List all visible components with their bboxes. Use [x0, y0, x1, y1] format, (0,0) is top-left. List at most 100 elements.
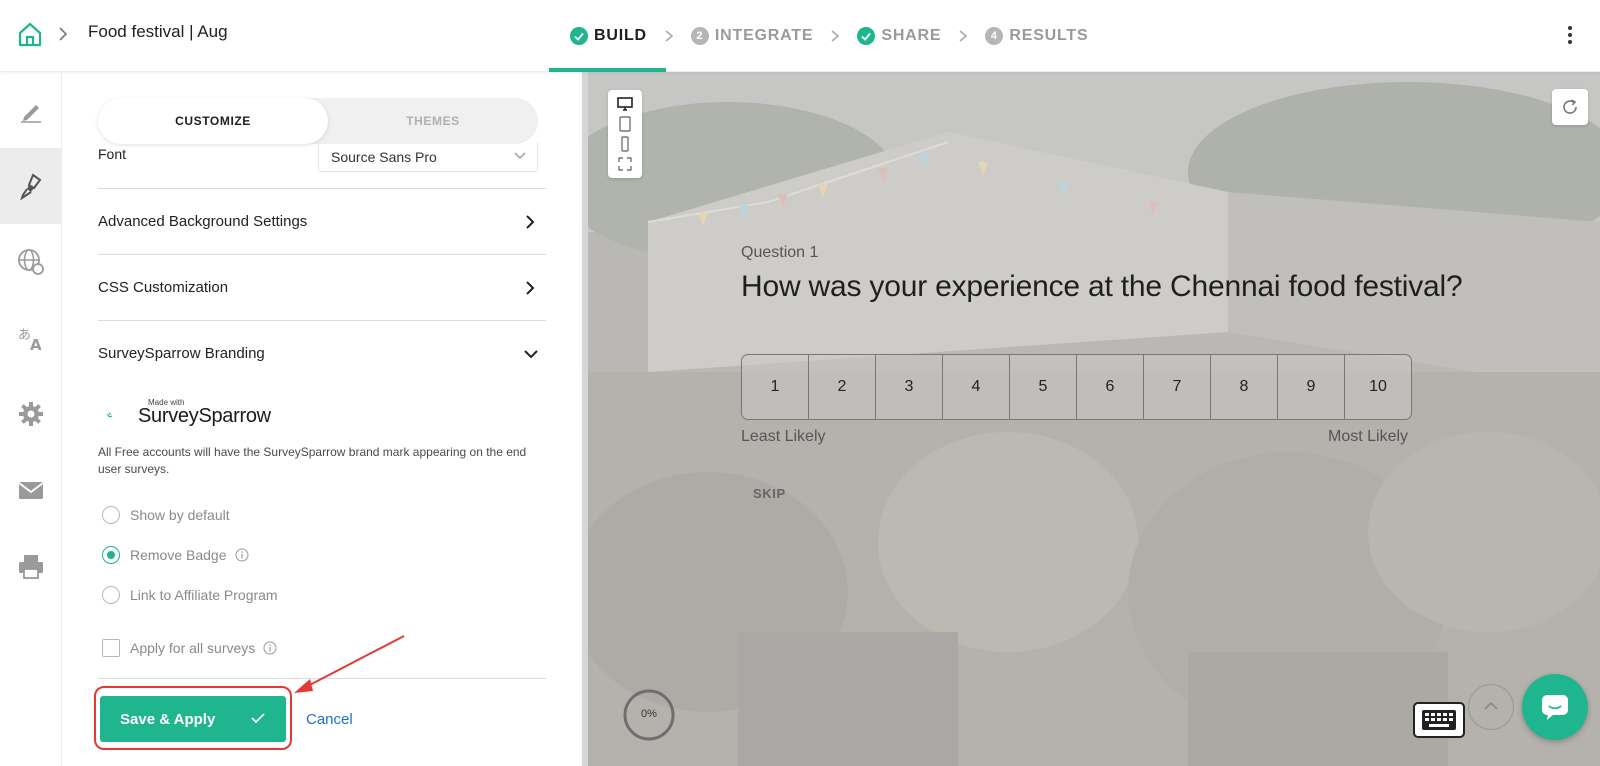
- chevron-right-icon: [526, 215, 535, 229]
- tab-customize[interactable]: CUSTOMIZE: [98, 98, 328, 144]
- scale-high-label: Most Likely: [1328, 428, 1409, 445]
- opinion-scale: 1 2 3 4 5 6 7 8 9 10: [741, 354, 1412, 420]
- scale-option[interactable]: 2: [809, 355, 876, 419]
- info-icon[interactable]: [235, 548, 249, 562]
- rail-item-language-region[interactable]: [0, 224, 61, 300]
- rail-item-design[interactable]: [0, 148, 61, 224]
- home-icon[interactable]: [16, 20, 44, 48]
- tab-themes[interactable]: THEMES: [318, 98, 548, 144]
- radio-label: Show by default: [130, 507, 230, 523]
- font-select[interactable]: Source Sans Pro: [318, 142, 538, 172]
- breadcrumb-chevron-icon: [59, 27, 68, 41]
- chat-support-button[interactable]: [1522, 674, 1588, 740]
- chat-icon: [1542, 695, 1568, 720]
- scale-option[interactable]: 4: [943, 355, 1010, 419]
- keyboard-icon: [1422, 710, 1456, 730]
- question-text: How was your experience at the Chennai f…: [741, 270, 1463, 303]
- step-number-badge: 2: [690, 27, 709, 45]
- customize-panel: THEMES CUSTOMIZE Font Source Sans Pro Ad…: [62, 72, 582, 766]
- refresh-preview-button[interactable]: [1552, 89, 1588, 125]
- step-chevron-icon: [959, 30, 968, 42]
- progress-percent: 0%: [641, 708, 657, 720]
- radio-affiliate-program[interactable]: Link to Affiliate Program: [102, 584, 278, 606]
- printer-icon: [18, 555, 43, 579]
- radio-circle[interactable]: [102, 506, 120, 524]
- row-label: SurveySparrow Branding: [98, 345, 265, 362]
- chevron-down-icon: [514, 152, 526, 160]
- rail-item-translate[interactable]: あ A: [0, 300, 61, 376]
- skip-button[interactable]: SKIP: [753, 486, 786, 501]
- step-share[interactable]: SHARE: [855, 0, 943, 72]
- tablet-icon[interactable]: [617, 116, 633, 132]
- cancel-link[interactable]: Cancel: [306, 711, 353, 728]
- radio-label: Link to Affiliate Program: [130, 587, 278, 603]
- scale-option[interactable]: 8: [1211, 355, 1278, 419]
- fullscreen-icon[interactable]: [617, 156, 633, 172]
- scale-option[interactable]: 3: [876, 355, 943, 419]
- annotation-arrow-icon: [294, 635, 405, 693]
- previous-question-button[interactable]: [1468, 684, 1514, 730]
- check-badge-icon: [857, 27, 876, 45]
- chevron-right-icon: [526, 281, 535, 295]
- step-chevron-icon: [831, 30, 840, 42]
- panel-tab-switch: THEMES CUSTOMIZE: [98, 98, 538, 144]
- surveysparrow-branding-row[interactable]: SurveySparrow Branding: [98, 320, 546, 386]
- mobile-icon[interactable]: [617, 136, 633, 152]
- refresh-icon: [1563, 99, 1577, 114]
- font-label: Font: [98, 146, 127, 162]
- left-rail: あ A: [0, 72, 62, 766]
- check-icon: [251, 713, 265, 724]
- radio-remove-badge[interactable]: Remove Badge: [102, 544, 249, 566]
- step-label: SHARE: [881, 27, 942, 44]
- step-results[interactable]: 4 RESULTS: [983, 0, 1090, 72]
- brand-name: SurveySparrow: [138, 405, 271, 427]
- radio-circle[interactable]: [102, 586, 120, 604]
- step-label: RESULTS: [1009, 27, 1089, 44]
- translate-icon: あ A: [18, 328, 42, 353]
- top-bar: Food festival | Aug BUILD 2 INTEGRATE SH…: [0, 0, 1600, 72]
- font-select-value: Source Sans Pro: [331, 148, 437, 165]
- survey-title: Food festival | Aug: [88, 22, 228, 41]
- scale-option[interactable]: 1: [742, 355, 809, 419]
- more-options-icon[interactable]: [1566, 24, 1574, 46]
- step-label: INTEGRATE: [714, 27, 814, 44]
- rail-item-print[interactable]: [0, 528, 61, 604]
- radio-show-by-default[interactable]: Show by default: [102, 504, 230, 526]
- paint-brush-icon: [19, 173, 41, 201]
- row-label: CSS Customization: [98, 279, 229, 296]
- save-apply-button[interactable]: Save & Apply: [100, 696, 286, 742]
- step-build[interactable]: BUILD: [549, 0, 666, 72]
- mail-icon: [17, 482, 44, 499]
- scale-option[interactable]: 7: [1144, 355, 1211, 419]
- css-customization-row[interactable]: CSS Customization: [98, 254, 546, 320]
- scale-option[interactable]: 5: [1010, 355, 1077, 419]
- device-switcher: [608, 90, 642, 178]
- save-apply-label: Save & Apply: [120, 710, 216, 728]
- rail-item-notifications[interactable]: [0, 452, 61, 528]
- chevron-down-icon: [524, 350, 538, 359]
- step-chevron-icon: [665, 30, 674, 42]
- scale-option[interactable]: 10: [1345, 355, 1411, 419]
- radio-label: Remove Badge: [130, 547, 227, 563]
- step-label: BUILD: [594, 27, 647, 44]
- scale-option[interactable]: 6: [1077, 355, 1144, 419]
- step-integrate[interactable]: 2 INTEGRATE: [689, 0, 815, 72]
- advanced-background-settings-row[interactable]: Advanced Background Settings: [98, 188, 546, 254]
- question-number: Question 1: [741, 244, 819, 261]
- globe-icon: [17, 249, 44, 275]
- radio-circle-selected[interactable]: [102, 546, 120, 564]
- pencil-icon: [20, 105, 41, 123]
- keyboard-shortcuts-button[interactable]: [1413, 702, 1465, 738]
- rail-item-build[interactable]: [0, 72, 61, 148]
- apply-all-surveys-checkbox[interactable]: Apply for all surveys: [102, 637, 277, 659]
- scale-option[interactable]: 9: [1278, 355, 1345, 419]
- step-number-badge: 4: [985, 27, 1004, 45]
- checkbox-box[interactable]: [102, 639, 120, 657]
- survey-preview: Question 1 How was your experience at th…: [588, 72, 1600, 766]
- rail-item-settings[interactable]: [0, 376, 61, 452]
- svg-text:A: A: [30, 336, 42, 353]
- desktop-icon[interactable]: [617, 96, 633, 112]
- info-icon[interactable]: [263, 641, 277, 655]
- checkbox-label: Apply for all surveys: [130, 640, 256, 656]
- surveysparrow-logo-icon: [107, 412, 113, 418]
